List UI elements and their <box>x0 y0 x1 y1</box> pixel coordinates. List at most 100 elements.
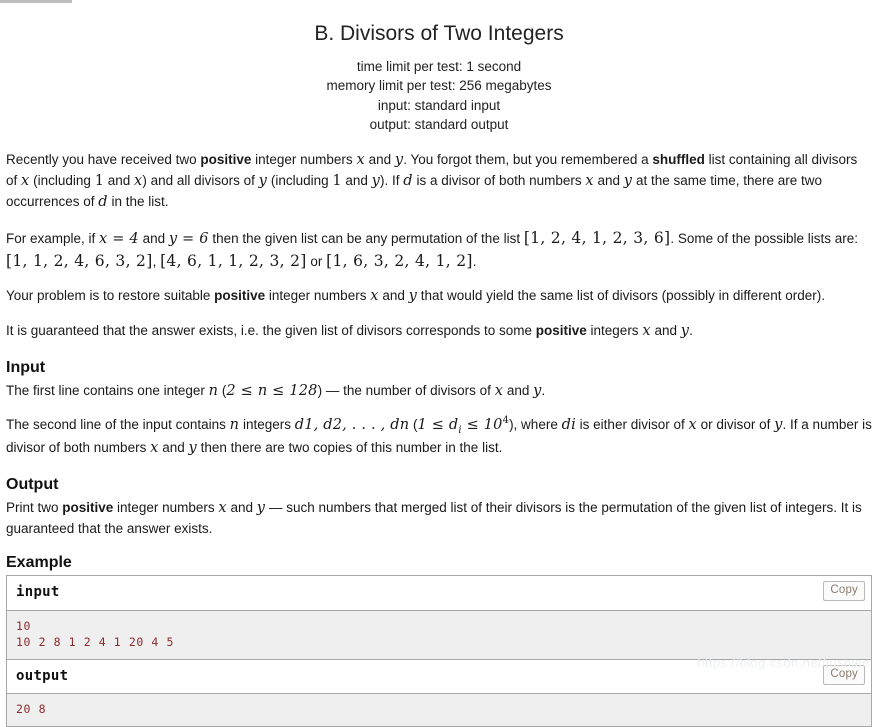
sample-output-content: 20 8 <box>7 694 871 727</box>
math-d: d <box>403 172 413 189</box>
text-fragment: and <box>650 323 681 339</box>
problem-header: B. Divisors of Two Integers time limit p… <box>6 0 872 134</box>
statement-paragraph-3: Your problem is to restore suitable posi… <box>6 286 872 307</box>
text-fragment: and <box>103 172 134 188</box>
example-section: Example input Copy 10 10 2 8 1 2 4 1 20 … <box>6 553 872 727</box>
text-fragment: ) — the number of divisors of <box>317 383 495 399</box>
math-y: y <box>371 172 381 189</box>
sample-input-title: input Copy <box>7 576 871 611</box>
text-fragment: ( <box>409 417 418 433</box>
math-y: y <box>774 417 783 434</box>
math-y: y <box>623 172 633 189</box>
math-y: y <box>256 500 266 517</box>
text-fragment: Print two <box>6 500 63 516</box>
memory-limit: memory limit per test: 256 megabytes <box>326 78 552 94</box>
text-fragment: integer numbers <box>265 288 371 304</box>
math-x: x <box>356 151 365 168</box>
text-fragment: , <box>152 253 161 269</box>
input-section: Input The first line contains one intege… <box>6 358 872 459</box>
text-fragment: or <box>306 253 327 269</box>
input-paragraph-1: The first line contains one integer n (2… <box>6 381 872 402</box>
math-list-variant-2: [4, 6, 1, 1, 2, 3, 2] <box>160 251 307 270</box>
text-fragment: and <box>341 172 372 188</box>
math-d-range: 1 ≤ di ≤ 104 <box>417 415 510 436</box>
text-fragment: . <box>689 323 693 339</box>
text-fragment: in the list. <box>107 193 169 209</box>
math-d-sequence: d1, d2, . . . , dn <box>294 417 410 434</box>
text-fragment: For example, if <box>6 230 100 246</box>
emphasis-positive: positive <box>62 500 114 516</box>
output-section: Output Print two positive integer number… <box>6 475 872 538</box>
math-x: x <box>370 288 379 305</box>
math-d-i: di <box>561 417 576 434</box>
math-x: x <box>494 383 504 400</box>
statement-paragraph-4: It is guaranteed that the answer exists,… <box>6 321 872 342</box>
math-n: n <box>208 383 219 400</box>
math-d: d <box>98 193 108 210</box>
output-paragraph-1: Print two positive integer numbers x and… <box>6 498 872 539</box>
time-limit: time limit per test: 1 second <box>356 59 522 75</box>
problem-statement: Recently you have received two positive … <box>6 150 872 343</box>
text-fragment: and <box>593 172 624 188</box>
watermark-text: https://blog.csdn.net/jusoiee <box>697 655 870 671</box>
math-y: y <box>258 172 268 189</box>
output-spec: output: standard output <box>369 116 509 132</box>
text-fragment: The second line of the input contains <box>6 417 230 433</box>
text-fragment: and <box>378 288 409 304</box>
math-y: y <box>680 323 690 340</box>
math-x: x <box>688 417 697 434</box>
text-fragment: and <box>138 230 169 246</box>
text-fragment: integer numbers <box>113 500 219 516</box>
text-fragment: (including <box>29 172 95 188</box>
math-list-variant-1: [1, 1, 2, 4, 6, 3, 2] <box>6 251 153 270</box>
emphasis-positive: positive <box>535 323 587 339</box>
text-fragment: . <box>472 253 477 269</box>
sample-input-label: input <box>16 584 60 601</box>
text-fragment: is either divisor of <box>575 417 689 433</box>
text-fragment: integers <box>239 417 295 433</box>
text-fragment: then the given list can be any permutati… <box>208 230 524 246</box>
math-y: y <box>394 151 404 168</box>
math-equation-x: x = 4 <box>99 230 139 247</box>
emphasis-positive: positive <box>200 151 252 167</box>
math-equation-y: y = 6 <box>168 230 209 247</box>
text-fragment: that would yield the same list of diviso… <box>417 288 825 304</box>
text-fragment: ), where <box>509 417 562 433</box>
text-fragment: and <box>503 383 534 399</box>
math-one: 1 <box>332 172 342 189</box>
text-fragment: The first line contains one integer <box>6 383 209 399</box>
input-spec: input: standard input <box>377 97 501 113</box>
copy-input-button[interactable]: Copy <box>823 581 865 601</box>
page-title: B. Divisors of Two Integers <box>314 22 564 45</box>
sample-output-label: output <box>16 668 69 685</box>
text-fragment: or divisor of <box>696 417 775 433</box>
text-fragment: integers <box>586 323 643 339</box>
range-prefix: 1 ≤ d <box>417 417 459 434</box>
text-fragment: . Some of the possible lists are: <box>670 230 858 246</box>
math-list-variant-3: [1, 6, 3, 2, 4, 1, 2] <box>326 251 473 270</box>
emphasis-positive: positive <box>214 288 266 304</box>
text-fragment: is a divisor of both numbers <box>412 172 586 188</box>
text-fragment: . You forgot them, but you remembered a <box>403 151 653 167</box>
emphasis-shuffled: shuffled <box>652 151 705 167</box>
statement-paragraph-1: Recently you have received two positive … <box>6 150 872 213</box>
text-fragment: ) and all divisors of <box>142 172 259 188</box>
text-fragment: ). If <box>380 172 404 188</box>
section-heading-example: Example <box>6 553 72 571</box>
math-y: y <box>533 383 542 400</box>
math-list-canonical: [1, 2, 4, 1, 2, 3, 6] <box>523 228 671 247</box>
math-n: n <box>229 417 240 434</box>
text-fragment: It is guaranteed that the answer exists,… <box>6 323 536 339</box>
math-n-range: 2 ≤ n ≤ 128 <box>226 383 318 400</box>
text-fragment: (including <box>267 172 333 188</box>
text-fragment: and <box>364 151 395 167</box>
input-paragraph-2: The second line of the input contains n … <box>6 414 872 459</box>
section-heading-output: Output <box>6 476 59 494</box>
text-fragment: Your problem is to restore suitable <box>6 288 215 304</box>
math-x: x <box>642 323 651 340</box>
problem-page: B. Divisors of Two Integers time limit p… <box>0 0 878 727</box>
sample-tests: input Copy 10 10 2 8 1 2 4 1 20 4 5 outp… <box>6 575 872 727</box>
range-middle: ≤ 10 <box>461 417 503 434</box>
statement-paragraph-2: For example, if x = 4 and y = 6 then the… <box>6 227 872 272</box>
text-fragment: and <box>158 440 189 456</box>
